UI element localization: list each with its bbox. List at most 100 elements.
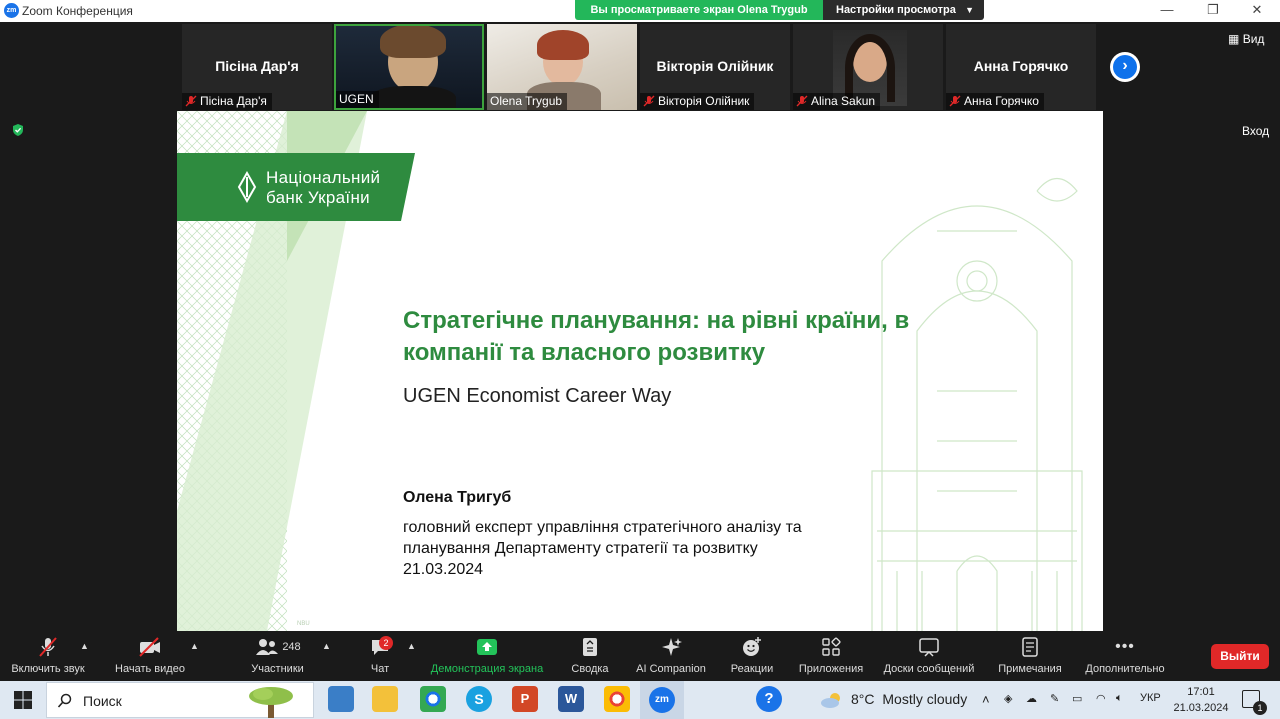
- reactions-button[interactable]: Реакции: [726, 635, 778, 675]
- muted-mic-icon: [949, 95, 961, 107]
- notes-icon: [1022, 637, 1038, 657]
- chat-button[interactable]: 2 Чат: [360, 635, 400, 675]
- logo-line-1: Національний: [266, 168, 381, 187]
- participant-video-tile[interactable]: Olena Trygub: [487, 24, 637, 110]
- summary-button[interactable]: Сводка: [566, 635, 614, 675]
- language-indicator[interactable]: УКР: [1140, 692, 1161, 704]
- participant-name-bar: Пісіна Дар'я: [182, 93, 272, 110]
- windows-start-icon[interactable]: [13, 690, 33, 710]
- participant-tile[interactable]: Пісіна Дар'я Пісіна Дар'я: [182, 24, 332, 110]
- grid-icon: ▦: [1228, 32, 1240, 46]
- participants-options-caret[interactable]: ▲: [322, 641, 331, 651]
- ai-companion-button[interactable]: AI Companion: [632, 635, 710, 675]
- pen-icon[interactable]: ✎: [1050, 692, 1059, 705]
- participant-hair: [845, 34, 895, 102]
- view-button[interactable]: ▦ Вид: [1228, 32, 1264, 46]
- shared-slide: NBU Національний банк України Стратегічн…: [177, 111, 1103, 631]
- close-button[interactable]: ✕: [1234, 0, 1280, 22]
- share-screen-button[interactable]: Демонстрация экрана: [428, 635, 546, 675]
- view-settings-button[interactable]: Настройки просмотра ▼: [823, 0, 984, 20]
- muted-mic-icon: [643, 95, 655, 107]
- onedrive-icon[interactable]: ☁: [1026, 692, 1037, 705]
- participant-display-name: Вікторія Олійник: [656, 58, 774, 74]
- more-icon: •••: [1115, 638, 1135, 655]
- reactions-icon: [743, 637, 761, 656]
- logo-line-2: банк України: [266, 188, 370, 207]
- unmute-button[interactable]: Включить звук: [8, 635, 88, 675]
- participant-tile[interactable]: Alina Sakun: [793, 24, 943, 110]
- minimize-button[interactable]: —: [1144, 0, 1190, 22]
- skype-icon[interactable]: S: [466, 686, 492, 712]
- video-options-caret[interactable]: ▲: [190, 641, 199, 651]
- participant-hair: [537, 30, 589, 60]
- weather-widget[interactable]: 8°C Mostly cloudy: [851, 691, 967, 707]
- audio-options-caret[interactable]: ▲: [80, 641, 89, 651]
- maximize-button[interactable]: ❐: [1190, 0, 1236, 22]
- weather-temperature: 8°C: [851, 691, 875, 707]
- chat-options-caret[interactable]: ▲: [407, 641, 416, 651]
- share-screen-icon: [477, 639, 497, 655]
- muted-mic-icon: [796, 95, 808, 107]
- whiteboards-button[interactable]: Доски сообщений: [880, 635, 978, 675]
- file-explorer-icon[interactable]: [372, 686, 398, 712]
- word-icon[interactable]: W: [558, 686, 584, 712]
- help-icon[interactable]: ?: [756, 686, 782, 712]
- leave-meeting-button[interactable]: Выйти: [1211, 644, 1269, 669]
- video-off-icon: [139, 637, 160, 657]
- battery-icon[interactable]: ▭: [1072, 692, 1082, 705]
- screen-share-banner: Вы просматриваете экран Olena Trygub: [575, 0, 823, 20]
- muted-mic-icon: [185, 95, 197, 107]
- clock-date: 21.03.2024: [1173, 702, 1229, 714]
- encryption-shield-icon[interactable]: [11, 123, 25, 137]
- participant-name: Анна Горячко: [964, 94, 1039, 108]
- start-video-button[interactable]: Начать видео: [110, 635, 190, 675]
- speaker-role: головний експерт управління стратегічног…: [403, 517, 863, 580]
- chrome-icon[interactable]: [420, 686, 446, 712]
- participant-name: Alina Sakun: [811, 94, 876, 108]
- muted-mic-icon: [39, 637, 57, 657]
- chevron-right-icon: ›: [1113, 55, 1137, 79]
- wifi-icon[interactable]: ◠: [1096, 692, 1106, 705]
- tray-app-icon[interactable]: ◈: [1004, 692, 1012, 705]
- participant-display-name: Пісіна Дар'я: [215, 58, 299, 74]
- clock-time: 17:01: [1187, 686, 1215, 698]
- notifications-icon[interactable]: 1: [1242, 690, 1267, 715]
- taskbar-app-widget-icon[interactable]: [328, 686, 354, 712]
- powerpoint-icon[interactable]: P: [512, 686, 538, 712]
- more-button[interactable]: ••• Дополнительно: [1082, 635, 1168, 675]
- participant-name-bar: Вікторія Олійник: [640, 93, 755, 110]
- view-label: Вид: [1242, 32, 1265, 46]
- participants-icon: [256, 639, 279, 655]
- taskbar-clock[interactable]: 17:01 21.03.2024: [1170, 684, 1232, 716]
- participant-name-bar: Анна Горячко: [946, 93, 1044, 110]
- participants-count: 248: [282, 641, 301, 653]
- participant-tile[interactable]: Анна Горячко Анна Горячко: [946, 24, 1096, 110]
- volume-icon[interactable]: 🔈︎: [1116, 692, 1123, 705]
- participants-button[interactable]: 248 Участники: [240, 635, 315, 675]
- apps-button[interactable]: Приложения: [794, 635, 868, 675]
- ai-sparkle-icon: [662, 638, 682, 656]
- zoom-taskbar-active-slot[interactable]: zm: [640, 681, 684, 719]
- participant-shirt: [370, 86, 456, 108]
- participant-name: Вікторія Олійник: [658, 94, 750, 108]
- next-page-button[interactable]: ›: [1110, 52, 1140, 82]
- participant-video-tile[interactable]: UGEN: [334, 24, 484, 110]
- chat-unread-badge: 2: [379, 636, 393, 650]
- speaker-role-text: головний експерт управління стратегічног…: [403, 519, 802, 557]
- participant-tile[interactable]: Вікторія Олійник Вікторія Олійник: [640, 24, 790, 110]
- slide-title: Стратегічне планування: на рівні країни,…: [403, 307, 910, 366]
- zoom-logo-icon: zm: [4, 3, 19, 18]
- chrome-profile-icon[interactable]: [604, 686, 630, 712]
- summary-icon: [583, 638, 597, 656]
- meeting-toolbar: Включить звук ▲ Начать видео ▲ 248 Участ…: [0, 631, 1280, 681]
- exit-fullscreen-label[interactable]: Вход: [1242, 124, 1269, 138]
- participant-name: Olena Trygub: [490, 94, 563, 108]
- chevron-up-icon[interactable]: ˄: [982, 692, 990, 707]
- view-settings-label: Настройки просмотра: [836, 4, 956, 16]
- nbu-logo-text: Національний банк України: [266, 168, 380, 208]
- notes-button[interactable]: Примечания: [994, 635, 1066, 675]
- cloudy-weather-icon: [821, 693, 840, 708]
- search-placeholder: Поиск: [83, 693, 122, 709]
- windows-taskbar: Поиск S P W zm ? 8°C Mostly cloudy ˄ ◈ ☁…: [0, 681, 1280, 719]
- taskbar-search-box[interactable]: Поиск: [46, 682, 314, 718]
